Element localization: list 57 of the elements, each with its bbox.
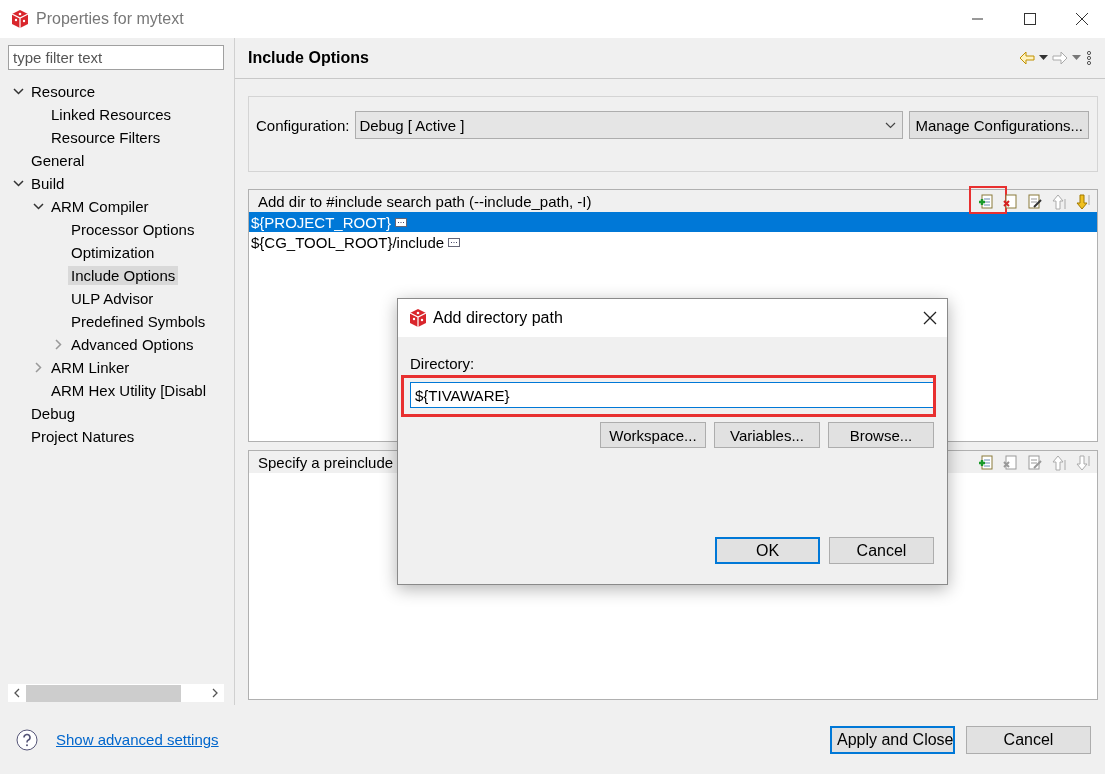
tree-item[interactable]: ARM Linker <box>48 358 133 377</box>
dialog-button[interactable]: Browse... <box>828 422 934 448</box>
tree-item[interactable]: ULP Advisor <box>68 289 157 308</box>
dialog-button[interactable]: Workspace... <box>600 422 706 448</box>
edit-item-icon[interactable] <box>1026 192 1043 210</box>
window-title: Properties for mytext <box>36 10 185 28</box>
dialog-title: Add directory path <box>433 309 564 327</box>
add-item-icon[interactable] <box>978 453 995 471</box>
dropdown-icon[interactable] <box>1039 55 1048 61</box>
filter-field[interactable]: type filter text <box>8 45 224 70</box>
directory-field[interactable]: ${TIVAWARE} <box>410 382 934 408</box>
configuration-dropdown[interactable]: Debug [ Active ] <box>355 111 904 139</box>
tree-item[interactable]: General <box>28 151 88 170</box>
list-item[interactable]: ${PROJECT_ROOT} <box>249 212 1097 232</box>
tree-item[interactable]: Resource Filters <box>48 128 164 147</box>
add-item-icon[interactable] <box>978 192 995 210</box>
tree-item[interactable]: Include Options <box>68 266 179 285</box>
tree-item[interactable]: Predefined Symbols <box>68 312 209 331</box>
tree-item[interactable]: Debug <box>28 404 79 423</box>
tree-item[interactable]: Project Natures <box>28 427 138 446</box>
list-item[interactable]: ${CG_TOOL_ROOT}/include <box>249 232 1097 252</box>
list-title: Add dir to #include search path (--include_path, -I) <box>258 192 593 210</box>
show-advanced-settings-link[interactable]: Show advanced settings <box>56 731 819 748</box>
tree-item[interactable]: ARM Hex Utility [Disabl <box>48 381 210 400</box>
horizontal-scrollbar[interactable] <box>8 684 224 702</box>
cancel-button[interactable]: Cancel <box>829 537 934 564</box>
tree-item[interactable]: Advanced Options <box>68 335 197 354</box>
tree-item[interactable]: Processor Options <box>68 220 198 239</box>
dialog-button[interactable]: Variables... <box>714 422 820 448</box>
cube-logo-icon <box>10 9 30 29</box>
delete-item-icon[interactable] <box>1002 192 1019 210</box>
configuration-label: Configuration: <box>256 116 350 134</box>
close-icon[interactable] <box>1076 13 1088 25</box>
chevron-down-icon[interactable] <box>32 201 44 212</box>
manage-configurations-button[interactable]: Manage Configurations... <box>909 111 1089 139</box>
list-title: Specify a preinclude <box>258 453 395 471</box>
ellipsis-icon[interactable] <box>395 217 408 227</box>
ellipsis-icon[interactable] <box>448 237 461 247</box>
tree-item[interactable]: Optimization <box>68 243 158 262</box>
menu-icon[interactable] <box>1085 51 1093 65</box>
tree-item[interactable]: Build <box>28 174 68 193</box>
maximize-icon[interactable] <box>1024 13 1036 25</box>
tree-item[interactable]: ARM Compiler <box>48 197 152 216</box>
tree-item[interactable]: Linked Resources <box>48 105 175 124</box>
tree-item[interactable]: Resource <box>28 82 99 101</box>
cancel-button[interactable]: Cancel <box>966 725 1091 754</box>
apply-and-close-button[interactable]: Apply and Close <box>830 725 955 754</box>
help-icon[interactable] <box>16 728 38 751</box>
cube-logo-icon <box>408 308 428 328</box>
directory-label: Directory: <box>410 355 476 372</box>
chevron-down-icon[interactable] <box>12 86 24 97</box>
page-title: Include Options <box>248 49 370 67</box>
chevron-down-icon[interactable] <box>12 178 24 189</box>
ok-button[interactable]: OK <box>715 537 820 564</box>
move-down-icon[interactable] <box>1074 192 1091 210</box>
close-icon[interactable] <box>923 311 937 325</box>
chevron-down-icon[interactable] <box>885 121 897 129</box>
